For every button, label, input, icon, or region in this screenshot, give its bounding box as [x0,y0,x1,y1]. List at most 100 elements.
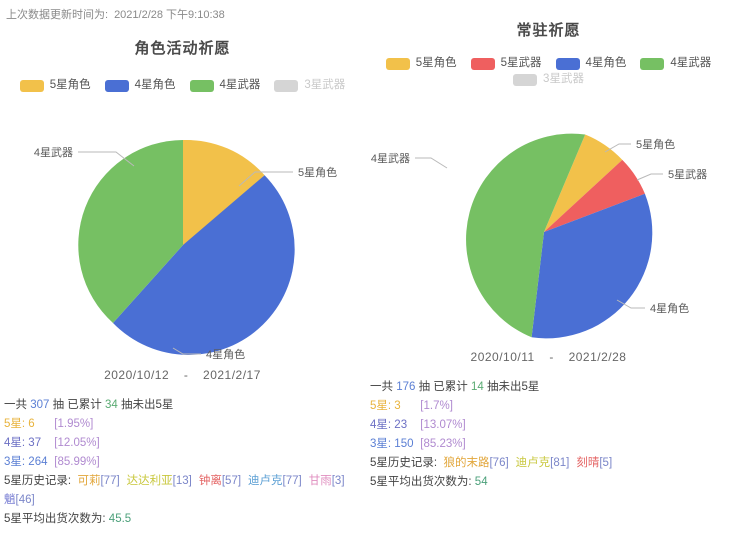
rarity-percent: [1.95%] [54,418,94,430]
legend-item[interactable]: 5星角色 [19,79,91,92]
pie-chart-left: 4星武器 5星角色 4星角色 [0,110,365,361]
legend-item-label: 3星武器 [304,79,346,92]
legend-swatch-icon [513,74,538,86]
legend-item[interactable]: 5星角色 [385,57,457,70]
rarity-percent: [13.07%] [420,419,466,431]
pie-label-4star-weapon-right: 4星武器 [370,152,409,165]
pie-label-4star-char-left: 4星角色 [206,347,245,361]
five-star-history-row: 5星历史记录: 可莉[77] 达达利亚[13] 钟离[57] 迪卢克[77] 甘雨[3]… [4,472,361,510]
history-label: 5星历史记录: [4,475,72,487]
rarity-count: 23 [394,419,408,431]
average-label: 5星平均出货次数为: [370,476,472,488]
pie-label-5star-weapon-right: 5星武器 [668,168,707,181]
legend-item[interactable]: 4星武器 [189,80,260,92]
legend-item[interactable]: 4星角色 [104,80,176,92]
total-count: 307 [30,399,50,411]
pity-count: 14 [471,381,484,393]
legend-item[interactable]: 4星武器 [640,58,711,70]
legend-swatch-icon [555,58,580,70]
legend-item-label: 4星角色 [585,57,627,70]
pie-chart-right: 5星角色 5星武器 4星角色 4星武器 [366,92,731,352]
average-value: 54 [474,476,488,488]
history-item-pulls: [3] [331,475,345,487]
leader-line-5star-weapon-right [636,173,663,181]
date-start-right: 2020/10/11 [470,350,535,364]
pie-svg-left: 4星武器 5星角色 4星角色 [33,139,337,361]
rarity-label: 3星: [4,456,26,468]
history-item-name: 迪卢克 [248,475,283,487]
rarity-stat-row: 5星: 6 [1.95%] [4,415,361,434]
legend-item-label: 5星角色 [49,79,91,92]
stats-right: 一共 176 抽 已累计 14 抽未出5星 5星: 3 [1.7%] 4星: 23 [1… [370,378,727,492]
pity-count: 34 [105,399,118,411]
rarity-count: 37 [28,437,42,449]
history-item-name: 狼的末路 [443,457,490,469]
legend-item[interactable]: 5星武器 [470,57,542,70]
average-value: 45.5 [108,513,132,525]
average-label: 5星平均出货次数为: [4,513,106,525]
legend-swatch-icon [104,80,129,92]
legend-left: 5星角色 4星角色 4星武器 3星武器 [0,80,365,92]
date-range-right: 2020/10/11 - 2021/2/28 [366,350,731,364]
history-item-pulls: [13] [172,475,192,487]
history-item-pulls: [81] [550,457,570,469]
date-end-right: 2021/2/28 [568,350,627,364]
legend-swatch-icon [640,58,665,70]
history-item-pulls: [57] [221,475,242,487]
total-mid: 抽 已累计 [52,399,102,411]
standard-banner-panel: 常驻祈愿 5星角色 5星武器 4星角色 4星武器 3星武器 5星角色 5星武器 4星角色… [366,0,731,535]
legend-swatch-icon [189,80,214,92]
legend-item[interactable]: 4星角色 [555,57,627,70]
chart-title-left: 角色活动祈愿 [134,40,231,57]
rarity-stat-row: 4星: 37 [12.05%] [4,434,361,453]
rarity-percent: [85.99%] [54,456,100,468]
pie-label-5star-char-right: 5星角色 [636,137,675,151]
legend-swatch-icon [470,58,495,70]
history-item-name: 达达利亚 [126,475,173,487]
history-label: 5星历史记录: [370,457,438,469]
date-sep-left: - [183,368,189,382]
rarity-count: 3 [394,400,401,412]
pie-label-5star-char-left: 5星角色 [298,165,337,179]
legend-swatch-icon [385,58,410,70]
legend-item[interactable]: 3星武器 [513,74,584,86]
five-star-history-row: 5星历史记录: 狼的末路[76] 迪卢克[81] 刻晴[5] [370,454,727,473]
rarity-stat-row: 3星: 150 [85.23%] [370,435,727,454]
legend-item[interactable]: 3星武器 [274,80,345,92]
total-mid: 抽 已累计 [418,381,468,393]
total-count: 176 [396,381,416,393]
history-item-pulls: [5] [599,457,613,469]
history-item-pulls: [77] [100,475,120,487]
history-item-pulls: [76] [489,457,509,469]
total-pulls-row: 一共 176 抽 已累计 14 抽未出5星 [370,378,727,397]
rarity-label: 3星: [370,438,392,450]
history-item-name: 刻晴 [576,457,600,469]
rarity-stat-row: 5星: 3 [1.7%] [370,397,727,416]
legend-item-label: 4星武器 [670,57,712,70]
history-item-pulls: [77] [282,475,302,487]
rarity-stat-row: 4星: 23 [13.07%] [370,416,727,435]
pie-label-4star-char-right: 4星角色 [650,301,689,315]
stats-left: 一共 307 抽 已累计 34 抽未出5星 5星: 6 [1.95%] 4星: 37 [… [4,396,361,529]
rarity-percent: [12.05%] [54,437,100,449]
legend-item-label: 3星武器 [543,73,584,86]
total-pulls-row: 一共 307 抽 已累计 34 抽未出5星 [4,396,361,415]
history-item-name: 可莉 [77,475,101,487]
legend-item-label: 5星武器 [500,57,542,70]
rarity-percent: [1.7%] [420,400,453,412]
legend-item-label: 5星角色 [415,57,457,70]
date-range-left: 2020/10/12 - 2021/2/17 [0,368,365,382]
pie-label-4star-weapon-left: 4星武器 [33,146,72,159]
average-pulls-row: 5星平均出货次数为: 45.5 [4,510,361,529]
legend-swatch-icon [19,80,44,92]
rarity-stat-row: 3星: 264 [85.99%] [4,453,361,472]
rarity-count: 150 [394,438,414,450]
rarity-count: 264 [28,456,48,468]
total-prefix: 一共 [370,381,393,393]
rarity-percent: [85.23%] [420,438,466,450]
rarity-label: 5星: [4,418,26,430]
rarity-label: 4星: [4,437,26,449]
date-start-left: 2020/10/12 [104,368,170,382]
average-pulls-row: 5星平均出货次数为: 54 [370,473,727,492]
pie-group-right [465,133,652,339]
